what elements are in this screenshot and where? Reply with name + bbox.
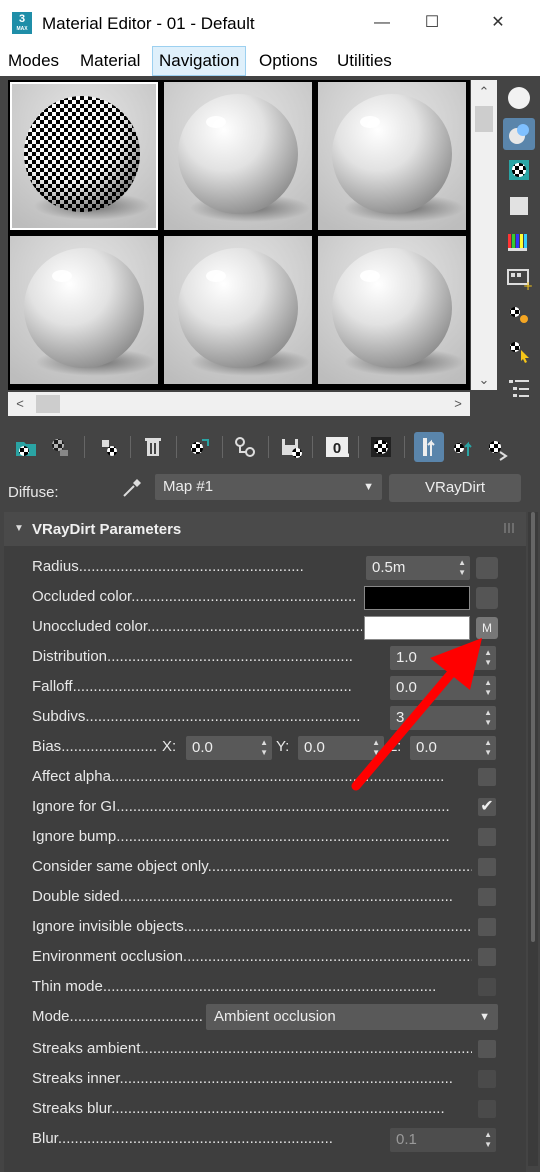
blur-label: Blur....................................… bbox=[32, 1130, 333, 1147]
streaks-ambient-label: Streaks ambient.........................… bbox=[32, 1040, 472, 1057]
mode-label: Mode....................................… bbox=[32, 1008, 204, 1025]
sample-slot-3[interactable] bbox=[318, 82, 466, 230]
thin-mode-label: Thin mode...............................… bbox=[32, 978, 437, 995]
scroll-up-button[interactable]: ⌃ bbox=[472, 80, 496, 104]
menu-material[interactable]: Material bbox=[74, 46, 146, 76]
options-icon[interactable] bbox=[503, 298, 535, 330]
menu-options[interactable]: Options bbox=[253, 46, 324, 76]
scroll-left-button[interactable]: < bbox=[8, 392, 32, 416]
video-color-check-icon[interactable] bbox=[503, 226, 535, 258]
slots-vertical-scrollbar[interactable]: ⌃ ⌄ bbox=[471, 80, 497, 390]
menu-navigation[interactable]: Navigation bbox=[152, 46, 247, 76]
side-toolbar: + bbox=[500, 80, 538, 410]
make-preview-icon[interactable]: + bbox=[503, 262, 535, 294]
maximize-button[interactable]: ☐ bbox=[412, 8, 452, 38]
sample-slot-4[interactable] bbox=[10, 236, 158, 384]
sample-uv-tiling-icon[interactable] bbox=[503, 190, 535, 222]
material-id-button[interactable]: 0 bbox=[322, 432, 352, 462]
double-sided-label: Double sided............................… bbox=[32, 888, 453, 905]
svg-text:+: + bbox=[523, 279, 533, 293]
environment-occlusion-checkbox[interactable] bbox=[478, 948, 496, 966]
minimize-button[interactable]: — bbox=[362, 8, 402, 38]
get-material-icon[interactable] bbox=[12, 432, 42, 462]
menu-modes[interactable]: Modes bbox=[2, 46, 65, 76]
streaks-blur-label: Streaks blur............................… bbox=[32, 1100, 445, 1117]
sample-slot-1[interactable] bbox=[10, 82, 158, 230]
slots-horizontal-scrollbar[interactable]: < > bbox=[8, 392, 470, 416]
put-to-library-icon[interactable] bbox=[230, 432, 260, 462]
streaks-inner-checkbox[interactable] bbox=[478, 1070, 496, 1088]
vraydirt-rollout: ▼ VRayDirt Parameters Radius............… bbox=[4, 512, 526, 1172]
consider-same-object-label: Consider same object only...............… bbox=[32, 858, 472, 875]
backlight-icon[interactable] bbox=[503, 118, 535, 150]
reset-map-icon[interactable] bbox=[138, 432, 168, 462]
scroll-right-button[interactable]: > bbox=[446, 392, 470, 416]
menu-utilities[interactable]: Utilities bbox=[331, 46, 398, 76]
background-checker-icon[interactable] bbox=[503, 154, 535, 186]
blur-spinner[interactable]: 0.1 ▲ ▼ bbox=[390, 1128, 496, 1152]
sample-sphere-icon[interactable] bbox=[503, 82, 535, 114]
vertical-scroll-thumb[interactable] bbox=[475, 106, 493, 132]
sample-slots bbox=[8, 80, 470, 390]
double-sided-checkbox[interactable] bbox=[478, 888, 496, 906]
thin-mode-checkbox[interactable] bbox=[478, 978, 496, 996]
annotation-arrow bbox=[351, 638, 482, 791]
show-shaded-icon[interactable] bbox=[366, 432, 396, 462]
horizontal-scroll-thumb[interactable] bbox=[36, 395, 60, 413]
show-end-result-icon[interactable] bbox=[414, 432, 444, 462]
window-title: Material Editor - 01 - Default bbox=[42, 14, 255, 33]
ignore-invisible-checkbox[interactable] bbox=[478, 918, 496, 936]
svg-text:0: 0 bbox=[333, 440, 341, 457]
eyedropper-icon[interactable] bbox=[120, 476, 144, 500]
make-unique-icon[interactable] bbox=[184, 432, 214, 462]
mode-dropdown[interactable]: Ambient occlusion ▼ bbox=[206, 1004, 498, 1030]
streaks-ambient-checkbox[interactable] bbox=[478, 1040, 496, 1058]
close-button[interactable]: ✕ bbox=[478, 8, 518, 38]
environment-occlusion-label: Environment occlusion...................… bbox=[32, 948, 472, 965]
go-forward-sibling-icon[interactable] bbox=[482, 432, 512, 462]
menu-bar: Modes Material Navigation Options Utilit… bbox=[0, 46, 540, 76]
map-type-button[interactable]: VRayDirt bbox=[389, 474, 521, 502]
diffuse-row: Diffuse: Map #1 ▼ VRayDirt bbox=[0, 474, 540, 504]
sample-slot-2[interactable] bbox=[164, 82, 312, 230]
rollout-scroll-thumb[interactable] bbox=[531, 512, 535, 942]
sample-slot-5[interactable] bbox=[164, 236, 312, 384]
title-bar: 3 MAX Material Editor - 01 - Default — ☐ … bbox=[0, 0, 540, 46]
sample-slot-6[interactable] bbox=[318, 236, 466, 384]
map-name-field[interactable]: Map #1 ▼ bbox=[155, 474, 382, 500]
ignore-bump-checkbox[interactable] bbox=[478, 828, 496, 846]
app-icon: 3 MAX bbox=[12, 12, 32, 34]
streaks-blur-checkbox[interactable] bbox=[478, 1100, 496, 1118]
material-toolbar: 0 bbox=[0, 428, 540, 466]
assign-to-selection-icon[interactable] bbox=[94, 432, 124, 462]
rollout-scrollbar[interactable] bbox=[528, 512, 538, 1166]
diffuse-label: Diffuse: bbox=[8, 484, 59, 501]
select-by-material-icon[interactable] bbox=[503, 334, 535, 366]
streaks-inner-label: Streaks inner...........................… bbox=[32, 1070, 453, 1087]
ignore-invisible-label: Ignore invisible objects................… bbox=[32, 918, 472, 935]
material-map-navigator-icon[interactable] bbox=[503, 372, 535, 404]
go-to-parent-icon[interactable] bbox=[448, 432, 478, 462]
consider-same-object-checkbox[interactable] bbox=[478, 858, 496, 876]
put-to-scene-icon[interactable] bbox=[46, 432, 76, 462]
ignore-bump-label: Ignore bump.............................… bbox=[32, 828, 450, 845]
scroll-down-button[interactable]: ⌄ bbox=[472, 368, 496, 392]
material-id-channel-icon[interactable] bbox=[276, 432, 306, 462]
